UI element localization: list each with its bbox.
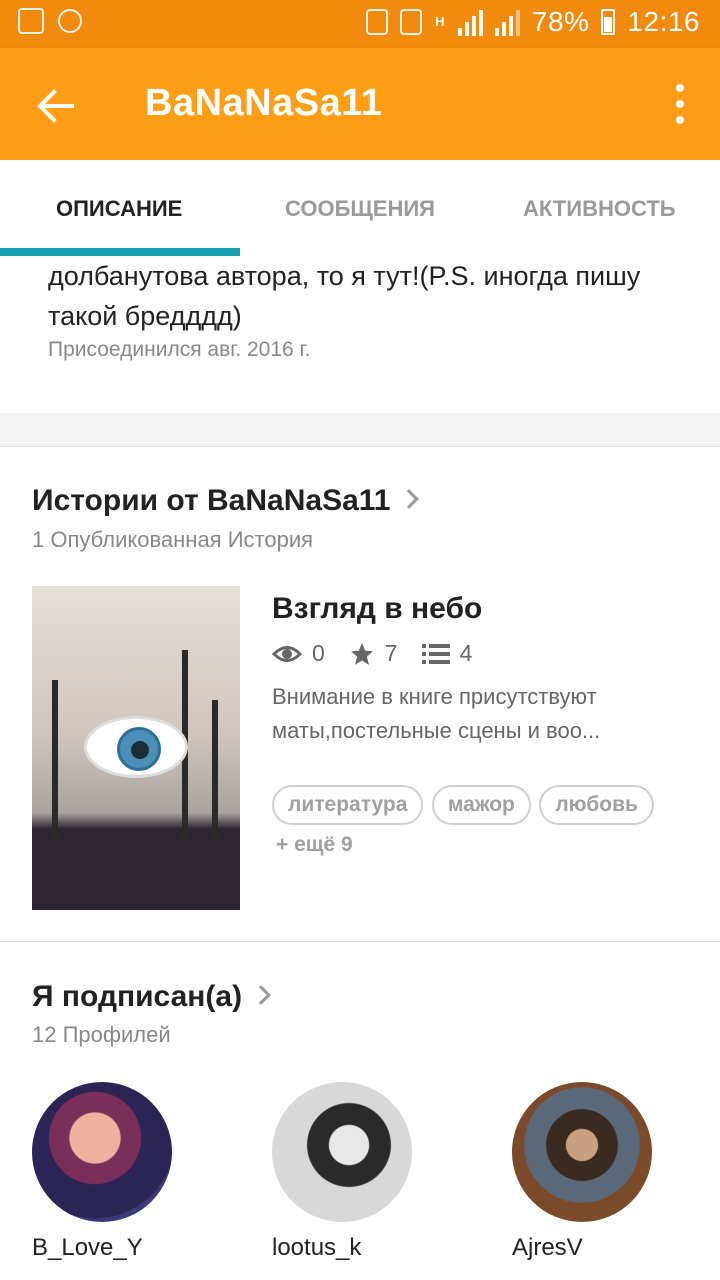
status-bar: H 78% 12:16 [0, 0, 720, 48]
stories-section-header[interactable]: Истории от BaNaNaSa11 [32, 484, 420, 518]
signal-icon-2 [494, 8, 520, 36]
more-vertical-icon [676, 84, 684, 92]
following-section-header[interactable]: Я подписан(а) [32, 980, 271, 1014]
profile-description: долбанутова автора, то я тут!(P.S. иногд… [48, 261, 641, 331]
battery-percent: 78% [531, 6, 590, 37]
arrow-left-icon [37, 89, 74, 123]
weather-icon [58, 9, 82, 33]
following-count: 12 Профилей [32, 1022, 171, 1047]
following-section-title: Я подписан(а) [32, 980, 243, 1013]
parts-count: 4 [459, 640, 473, 666]
tag-chip[interactable]: любовь [539, 785, 654, 825]
tab-messages[interactable]: СООБЩЕНИЯ [285, 196, 435, 222]
tag-chip[interactable]: литература [272, 785, 424, 825]
chevron-right-icon [399, 489, 420, 509]
eye-illustration [84, 716, 188, 778]
app-notification-icon-2 [399, 9, 422, 35]
votes-count: 7 [384, 640, 398, 666]
avatar[interactable] [32, 1082, 172, 1222]
back-button[interactable] [34, 84, 78, 128]
page-title: BaNaNaSa11 [145, 82, 383, 124]
reads-count: 0 [312, 640, 325, 666]
story-title[interactable]: Взгляд в небо [272, 592, 482, 626]
avatar[interactable] [512, 1082, 652, 1222]
story-tags: литература мажор любовь + ещё 9 [272, 785, 692, 857]
clock: 12:16 [627, 6, 700, 37]
profile-name[interactable]: lootus_k [272, 1234, 361, 1262]
list-icon [421, 643, 450, 664]
story-description: Внимание в книге присутствуют маты,посте… [272, 684, 601, 743]
app-notification-icon [365, 9, 388, 35]
network-type-label: H [435, 14, 445, 29]
joined-date: Присоединился авг. 2016 г. [48, 338, 311, 361]
signal-icon [457, 8, 483, 36]
story-stats: 0 7 4 [272, 640, 496, 667]
more-tags-link[interactable]: + ещё 9 [276, 833, 353, 857]
profile-name[interactable]: AjresV [512, 1234, 583, 1262]
stories-count: 1 Опубликованная История [32, 527, 314, 552]
tab-activity[interactable]: АКТИВНОСТЬ [523, 196, 676, 222]
stories-section-title: Истории от BaNaNaSa11 [32, 484, 391, 517]
star-icon [350, 642, 373, 665]
avatar[interactable] [272, 1082, 412, 1222]
battery-icon [601, 9, 616, 35]
active-tab-indicator [0, 248, 240, 256]
tag-chip[interactable]: мажор [431, 785, 531, 825]
chevron-right-icon [251, 985, 271, 1005]
app-bar: BaNaNaSa11 [0, 48, 720, 160]
tab-description[interactable]: ОПИСАНИЕ [56, 196, 182, 222]
section-separator [0, 413, 720, 447]
eye-icon [272, 645, 302, 662]
story-cover[interactable] [32, 586, 240, 910]
divider [0, 941, 720, 942]
profile-name[interactable]: B_Love_Y [32, 1234, 143, 1262]
more-menu-button[interactable] [674, 84, 686, 124]
tab-bar: ОПИСАНИЕ СООБЩЕНИЯ АКТИВНОСТЬ [0, 160, 720, 256]
image-icon [18, 8, 44, 34]
